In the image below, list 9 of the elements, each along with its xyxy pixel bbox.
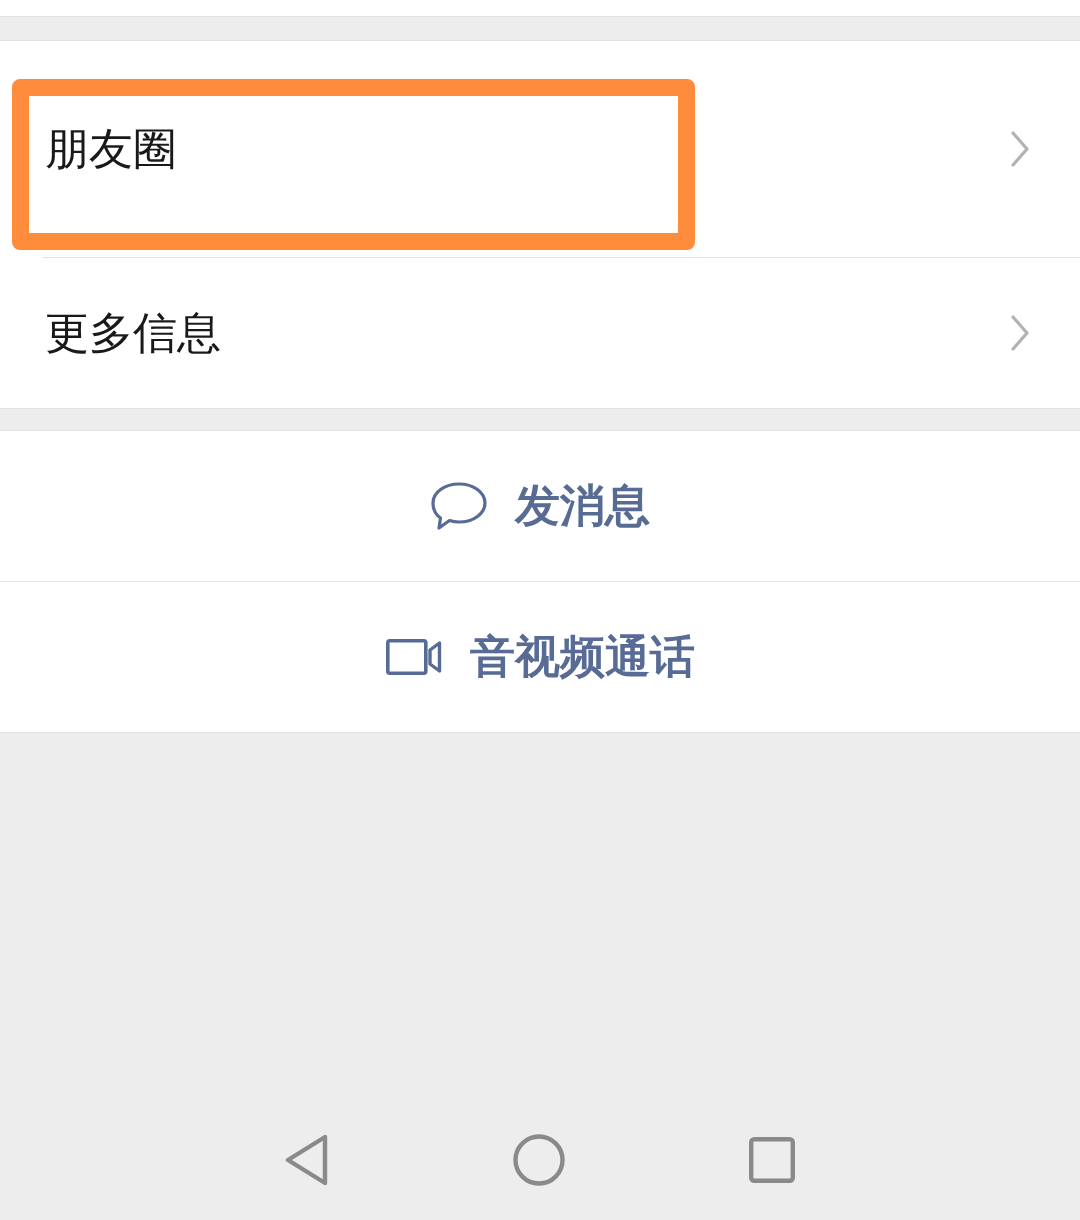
home-icon[interactable] (513, 1134, 565, 1186)
menu-item[interactable]: 朋友圈 (0, 41, 1080, 257)
recents-icon[interactable] (749, 1137, 795, 1183)
chevron-right-icon (1010, 315, 1030, 351)
video-camera-icon (385, 639, 442, 675)
chat-bubble-icon (430, 482, 487, 530)
menu-item[interactable]: 更多信息 (0, 258, 1080, 408)
chevron-right-icon (1010, 131, 1030, 167)
back-icon[interactable] (285, 1134, 329, 1186)
